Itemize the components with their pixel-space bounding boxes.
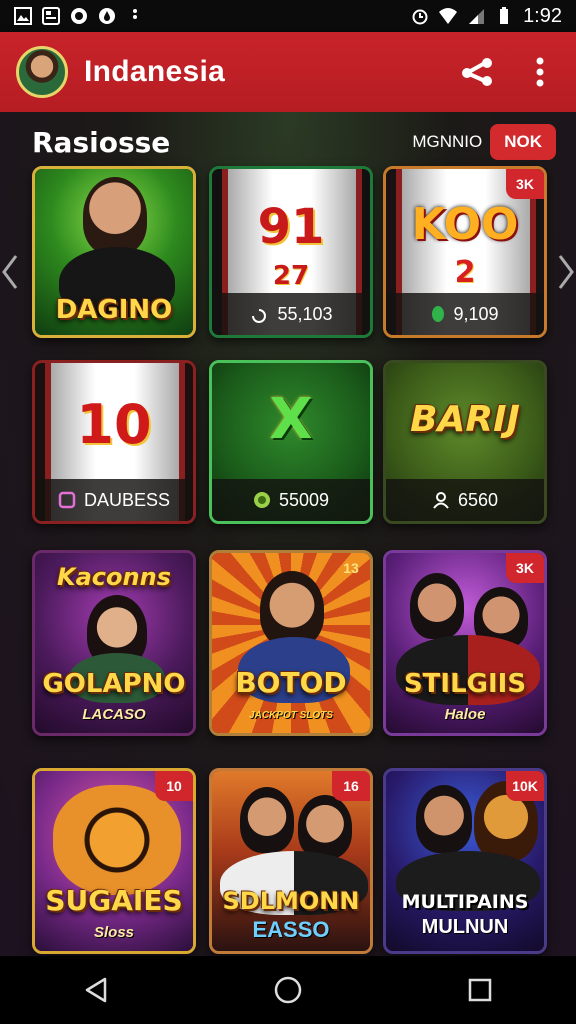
tile-title: 10	[76, 393, 152, 456]
user-icon	[433, 492, 449, 509]
game-tile[interactable]: X 55009	[209, 360, 373, 524]
tile-footer: DAUBESS	[35, 479, 193, 521]
tile-footer: 55009	[212, 479, 370, 521]
tile-title: KOO	[411, 199, 519, 250]
recents-icon	[468, 978, 492, 1002]
back-button[interactable]	[66, 960, 126, 1020]
app-title: Indanesia	[84, 55, 226, 88]
share-icon	[462, 58, 492, 86]
game-tile[interactable]: KOO 2 3K 9,109	[383, 166, 547, 338]
badge-button[interactable]: NOK	[490, 124, 556, 160]
tile-title: STILGIIS	[403, 669, 527, 699]
image-icon	[14, 7, 32, 25]
gem-icon	[432, 306, 445, 322]
tile-subtitle: Haloe	[444, 706, 486, 723]
drop-icon	[99, 8, 115, 24]
chevron-right-icon[interactable]	[556, 252, 576, 292]
game-tile[interactable]: STILGIIS Haloe 3K	[383, 550, 547, 736]
tile-title: X	[269, 387, 313, 452]
tile-title: GOLAPNO	[42, 669, 186, 699]
game-tile[interactable]: SDLMONN EASSO 16	[209, 768, 373, 954]
tile-subtitle: Sloss	[93, 924, 135, 941]
signal-icon	[469, 9, 485, 24]
dots-icon	[133, 9, 137, 19]
recents-button[interactable]	[450, 960, 510, 1020]
battery-icon	[500, 7, 509, 24]
status-time: 1:92	[523, 4, 562, 27]
home-button[interactable]	[258, 960, 318, 1020]
corner-badge: 16	[332, 771, 370, 801]
content-area[interactable]: Rasiosse MGNNIO NOK DAGINO 91 27 55,103 …	[0, 112, 576, 956]
avatar[interactable]	[16, 46, 68, 98]
tile-title: MULTIPAINS	[401, 891, 529, 913]
more-button[interactable]	[520, 52, 560, 92]
tile-subtitle: EASSO	[252, 917, 330, 942]
tile-title-top: Kaconns	[57, 563, 171, 591]
tile-title: 91	[257, 199, 325, 255]
chevron-left-icon[interactable]	[0, 252, 20, 292]
share-button[interactable]	[458, 52, 498, 92]
tile-title: DAGINO	[55, 295, 173, 325]
more-vert-icon	[536, 57, 544, 87]
tile-footer: 9,109	[386, 293, 544, 335]
corner-badge: 10	[155, 771, 193, 801]
game-tile[interactable]: Kaconns GOLAPNO LACASO	[32, 550, 196, 736]
circle-b-icon	[71, 8, 87, 24]
alarm-icon	[412, 9, 428, 25]
corner-badge: 3K	[506, 553, 544, 583]
tile-title: SDLMONN	[222, 887, 360, 915]
game-tile[interactable]: DAGINO	[32, 166, 196, 338]
more-link[interactable]: MGNNIO	[412, 132, 482, 152]
game-tile[interactable]: 91 27 55,103	[209, 166, 373, 338]
coin-icon	[253, 492, 270, 508]
tile-subtitle: JACKPOT SLOTS	[249, 710, 333, 721]
tile-title: SUGAIES	[45, 884, 183, 917]
game-tile[interactable]: 10 DAUBESS	[32, 360, 196, 524]
status-bar: 1:92	[0, 0, 576, 32]
game-tile[interactable]: SUGAIES Sloss 10	[32, 768, 196, 954]
back-icon	[85, 977, 107, 1003]
news-icon	[42, 7, 60, 25]
corner-badge: 13	[343, 560, 359, 576]
tile-subtitle: 27	[272, 261, 310, 291]
section-header: Rasiosse MGNNIO NOK	[32, 122, 556, 162]
corner-badge: 10K	[506, 771, 544, 801]
tile-title: BARIJ	[410, 399, 520, 440]
tile-footer: 6560	[386, 479, 544, 521]
tile-footer-value: DAUBESS	[83, 489, 171, 510]
tile-subtitle: MULNUN	[421, 916, 509, 938]
tile-subtitle: 2	[454, 255, 476, 290]
tile-footer-value: 55009	[278, 489, 330, 510]
tile-footer-value: 9,109	[453, 303, 499, 324]
game-tile[interactable]: MULTIPAINS MULNUN 10K	[383, 768, 547, 954]
game-tile[interactable]: BARIJ 6560	[383, 360, 547, 524]
tile-subtitle: LACASO	[82, 706, 146, 723]
tile-footer-value: 6560	[457, 489, 499, 510]
spin-icon	[252, 309, 267, 323]
app-bar: Indanesia	[0, 32, 576, 112]
tile-title: BOTOD	[235, 666, 347, 699]
system-nav-bar	[0, 956, 576, 1024]
home-icon	[274, 976, 302, 1004]
wifi-icon	[439, 8, 458, 24]
game-tile[interactable]: BOTOD JACKPOT SLOTS 13	[209, 550, 373, 736]
corner-badge: 3K	[506, 169, 544, 199]
tile-footer: 55,103	[212, 293, 370, 335]
tile-footer-value: 55,103	[277, 303, 333, 324]
square-icon	[58, 491, 76, 509]
section-title: Rasiosse	[32, 125, 171, 159]
